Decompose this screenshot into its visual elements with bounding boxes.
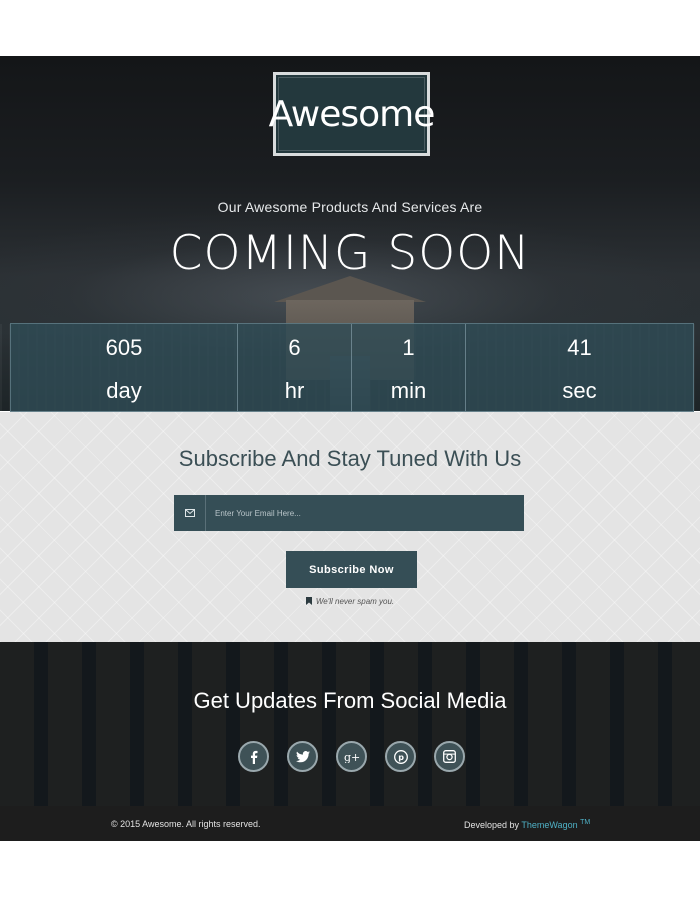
- social-title: Get Updates From Social Media: [193, 688, 507, 713]
- social-section: Get Updates From Social Media g+ p: [0, 642, 700, 806]
- trademark-mark: TM: [580, 819, 591, 826]
- google-plus-icon[interactable]: g+: [336, 741, 367, 772]
- footer: © 2015 Awesome. All rights reserved. Dev…: [0, 806, 700, 841]
- pinterest-icon[interactable]: p: [385, 741, 416, 772]
- countdown-timer: 605 day 6 hr 1 min 41 sec: [10, 323, 694, 412]
- countdown-label: min: [390, 378, 427, 403]
- logo-text: Awesome: [268, 93, 436, 135]
- spam-note: We'll never spam you.: [0, 597, 700, 607]
- countdown-value: 1: [402, 335, 415, 360]
- countdown-label: day: [106, 378, 142, 403]
- email-field[interactable]: [206, 495, 524, 531]
- subscribe-section: Subscribe And Stay Tuned With Us Subscri…: [0, 412, 700, 642]
- developed-by-label: Developed by: [464, 820, 520, 830]
- countdown-value: 605: [105, 335, 143, 360]
- countdown-value: 41: [567, 335, 592, 360]
- svg-text:p: p: [398, 753, 404, 762]
- themewagon-link[interactable]: ThemeWagon: [521, 820, 577, 830]
- countdown-value: 6: [288, 335, 301, 360]
- instagram-icon[interactable]: [434, 741, 465, 772]
- countdown-hours: 6 hr: [238, 324, 352, 411]
- email-form: [174, 495, 524, 531]
- facebook-icon[interactable]: [238, 741, 269, 772]
- developer-credit: Developed by ThemeWagon TM: [464, 819, 590, 830]
- spam-note-text: We'll never spam you.: [315, 597, 395, 606]
- countdown-minutes: 1 min: [352, 324, 466, 411]
- page-title: COMING SOON: [169, 226, 531, 281]
- countdown-days: 605 day: [11, 324, 238, 411]
- copyright-text: © 2015 Awesome. All rights reserved.: [111, 819, 261, 829]
- countdown-label: sec: [562, 378, 597, 403]
- twitter-icon[interactable]: [287, 741, 318, 772]
- tagline: Our Awesome Products And Services Are: [217, 199, 483, 215]
- svg-text:g+: g+: [344, 751, 360, 763]
- logo[interactable]: Awesome: [269, 72, 435, 156]
- countdown-label: hr: [284, 378, 305, 403]
- subscribe-button[interactable]: Subscribe Now: [286, 551, 417, 588]
- countdown-seconds: 41 sec: [466, 324, 693, 411]
- bookmark-icon: [305, 597, 312, 607]
- envelope-icon: [174, 495, 206, 531]
- social-links: g+ p: [238, 741, 465, 772]
- subscribe-title: Subscribe And Stay Tuned With Us: [178, 446, 522, 471]
